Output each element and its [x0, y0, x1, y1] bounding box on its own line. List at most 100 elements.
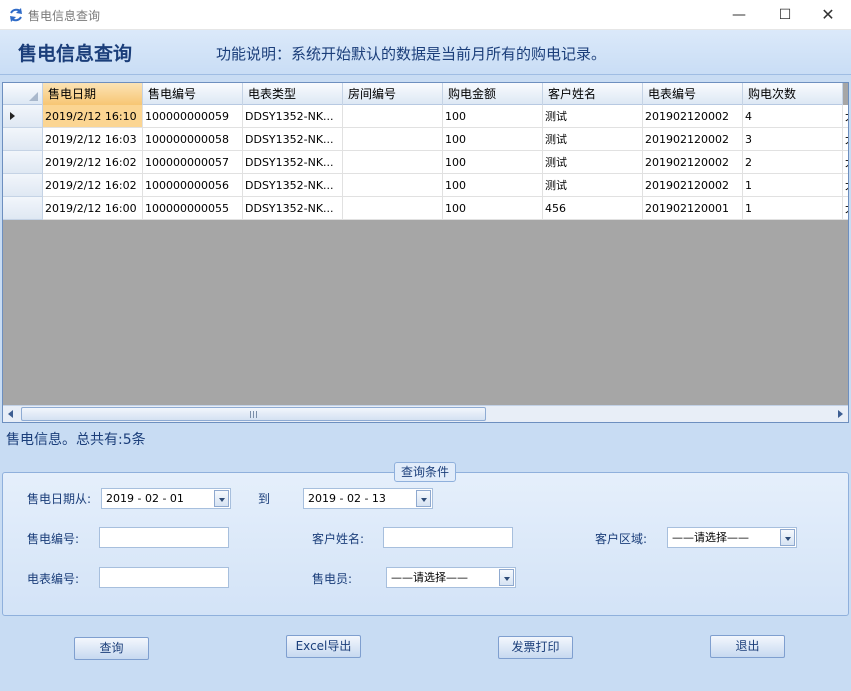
- table-row[interactable]: 2019/2/12 16:10 100000000059 DDSY1352-NK..…: [3, 105, 848, 128]
- close-button[interactable]: ✕: [805, 0, 851, 30]
- table-row[interactable]: 2019/2/12 16:03 100000000058 DDSY1352-NK..…: [3, 128, 848, 151]
- row-header[interactable]: [3, 174, 43, 197]
- table-cell[interactable]: 201902120001: [643, 197, 743, 220]
- seller-select[interactable]: ——请选择——: [386, 567, 516, 588]
- table-cell[interactable]: DDSY1352-NK...: [243, 128, 343, 151]
- table-cell[interactable]: 100: [443, 174, 543, 197]
- table-cell-overflow[interactable]: 大: [843, 151, 848, 174]
- sales-grid[interactable]: 售电日期 售电编号 电表类型 房间编号 购电金额 客户姓名 电表编号 购电次数 2019/2/…: [2, 82, 849, 423]
- table-cell-overflow[interactable]: 大: [843, 128, 848, 151]
- date-to-value: 2019 - 02 - 13: [308, 492, 386, 505]
- table-cell[interactable]: 100000000059: [143, 105, 243, 128]
- table-cell-overflow[interactable]: 大: [843, 197, 848, 220]
- chevron-down-icon: [219, 498, 225, 502]
- table-cell[interactable]: 456: [543, 197, 643, 220]
- query-button[interactable]: 查询: [74, 637, 149, 660]
- page-header: 售电信息查询 功能说明：系统开始默认的数据是当前月所有的购电记录。: [0, 30, 851, 75]
- column-header[interactable]: 售电编号: [143, 83, 243, 105]
- table-row[interactable]: 2019/2/12 16:02 100000000056 DDSY1352-NK..…: [3, 174, 848, 197]
- table-row[interactable]: 2019/2/12 16:02 100000000057 DDSY1352-NK..…: [3, 151, 848, 174]
- customer-area-select[interactable]: ——请选择——: [667, 527, 797, 548]
- table-cell[interactable]: [343, 174, 443, 197]
- table-cell[interactable]: 2019/2/12 16:10: [43, 105, 143, 128]
- table-cell[interactable]: 3: [743, 128, 843, 151]
- date-from-value: 2019 - 02 - 01: [106, 492, 184, 505]
- date-to-label: 到: [258, 492, 271, 506]
- table-cell[interactable]: 测试: [543, 174, 643, 197]
- meter-no-input[interactable]: [99, 567, 229, 588]
- minimize-button[interactable]: —: [716, 0, 762, 30]
- row-header[interactable]: [3, 128, 43, 151]
- scroll-thumb[interactable]: [21, 407, 486, 421]
- horizontal-scrollbar[interactable]: [3, 405, 848, 422]
- scroll-left-button[interactable]: [3, 406, 20, 422]
- table-cell[interactable]: DDSY1352-NK...: [243, 197, 343, 220]
- table-cell[interactable]: 201902120002: [643, 174, 743, 197]
- table-cell[interactable]: 2019/2/12 16:02: [43, 174, 143, 197]
- chevron-left-icon: [8, 410, 13, 418]
- excel-export-button[interactable]: Excel导出: [286, 635, 361, 658]
- column-header[interactable]: 房间编号: [343, 83, 443, 105]
- table-cell[interactable]: 100000000055: [143, 197, 243, 220]
- customer-area-dropdown-button[interactable]: [780, 529, 795, 546]
- table-cell[interactable]: 2019/2/12 16:00: [43, 197, 143, 220]
- window-titlebar: 售电信息查询 — ☐ ✕: [0, 0, 851, 30]
- row-header[interactable]: [3, 197, 43, 220]
- table-cell[interactable]: 100000000057: [143, 151, 243, 174]
- table-cell[interactable]: 4: [743, 105, 843, 128]
- table-cell[interactable]: [343, 128, 443, 151]
- table-cell[interactable]: 100: [443, 151, 543, 174]
- table-cell[interactable]: 测试: [543, 105, 643, 128]
- customer-name-input[interactable]: [383, 527, 513, 548]
- seller-value: ——请选择——: [391, 571, 468, 584]
- row-header[interactable]: [3, 151, 43, 174]
- column-header[interactable]: 购电金额: [443, 83, 543, 105]
- column-header[interactable]: 电表类型: [243, 83, 343, 105]
- table-row[interactable]: 2019/2/12 16:00 100000000055 DDSY1352-NK..…: [3, 197, 848, 220]
- table-cell[interactable]: [343, 151, 443, 174]
- scroll-right-button[interactable]: [831, 406, 848, 422]
- table-cell[interactable]: DDSY1352-NK...: [243, 105, 343, 128]
- table-cell[interactable]: DDSY1352-NK...: [243, 151, 343, 174]
- column-header[interactable]: 购电次数: [743, 83, 843, 105]
- table-cell[interactable]: [343, 197, 443, 220]
- table-cell[interactable]: 1: [743, 174, 843, 197]
- sale-no-label: 售电编号:: [27, 532, 80, 546]
- table-cell-overflow[interactable]: 大: [843, 174, 848, 197]
- table-cell[interactable]: 100000000056: [143, 174, 243, 197]
- corner-triangle-icon: [29, 92, 38, 101]
- column-header[interactable]: 客户姓名: [543, 83, 643, 105]
- table-cell-overflow[interactable]: 大: [843, 105, 848, 128]
- table-cell[interactable]: 201902120002: [643, 128, 743, 151]
- table-cell[interactable]: DDSY1352-NK...: [243, 174, 343, 197]
- table-cell[interactable]: 1: [743, 197, 843, 220]
- date-from-label: 售电日期从:: [27, 492, 92, 506]
- row-header[interactable]: [3, 105, 43, 128]
- table-cell[interactable]: 测试: [543, 128, 643, 151]
- select-all-corner[interactable]: [3, 83, 43, 105]
- column-header[interactable]: 电表编号: [643, 83, 743, 105]
- maximize-button[interactable]: ☐: [762, 0, 808, 30]
- table-cell[interactable]: 100: [443, 105, 543, 128]
- date-to-picker[interactable]: 2019 - 02 - 13: [303, 488, 433, 509]
- table-cell[interactable]: 测试: [543, 151, 643, 174]
- seller-dropdown-button[interactable]: [499, 569, 514, 586]
- date-to-dropdown-button[interactable]: [416, 490, 431, 507]
- table-cell[interactable]: 2: [743, 151, 843, 174]
- exit-button[interactable]: 退出: [710, 635, 785, 658]
- date-from-dropdown-button[interactable]: [214, 490, 229, 507]
- sale-no-input[interactable]: [99, 527, 229, 548]
- column-header[interactable]: 售电日期: [43, 83, 143, 105]
- table-cell[interactable]: 100: [443, 128, 543, 151]
- table-cell[interactable]: [343, 105, 443, 128]
- table-cell[interactable]: 100: [443, 197, 543, 220]
- table-cell[interactable]: 201902120002: [643, 105, 743, 128]
- table-cell[interactable]: 2019/2/12 16:03: [43, 128, 143, 151]
- table-cell[interactable]: 201902120002: [643, 151, 743, 174]
- invoice-print-button[interactable]: 发票打印: [498, 636, 573, 659]
- date-from-picker[interactable]: 2019 - 02 - 01: [101, 488, 231, 509]
- chevron-down-icon: [421, 498, 427, 502]
- table-cell[interactable]: 2019/2/12 16:02: [43, 151, 143, 174]
- table-cell[interactable]: 100000000058: [143, 128, 243, 151]
- customer-name-label: 客户姓名:: [312, 532, 365, 546]
